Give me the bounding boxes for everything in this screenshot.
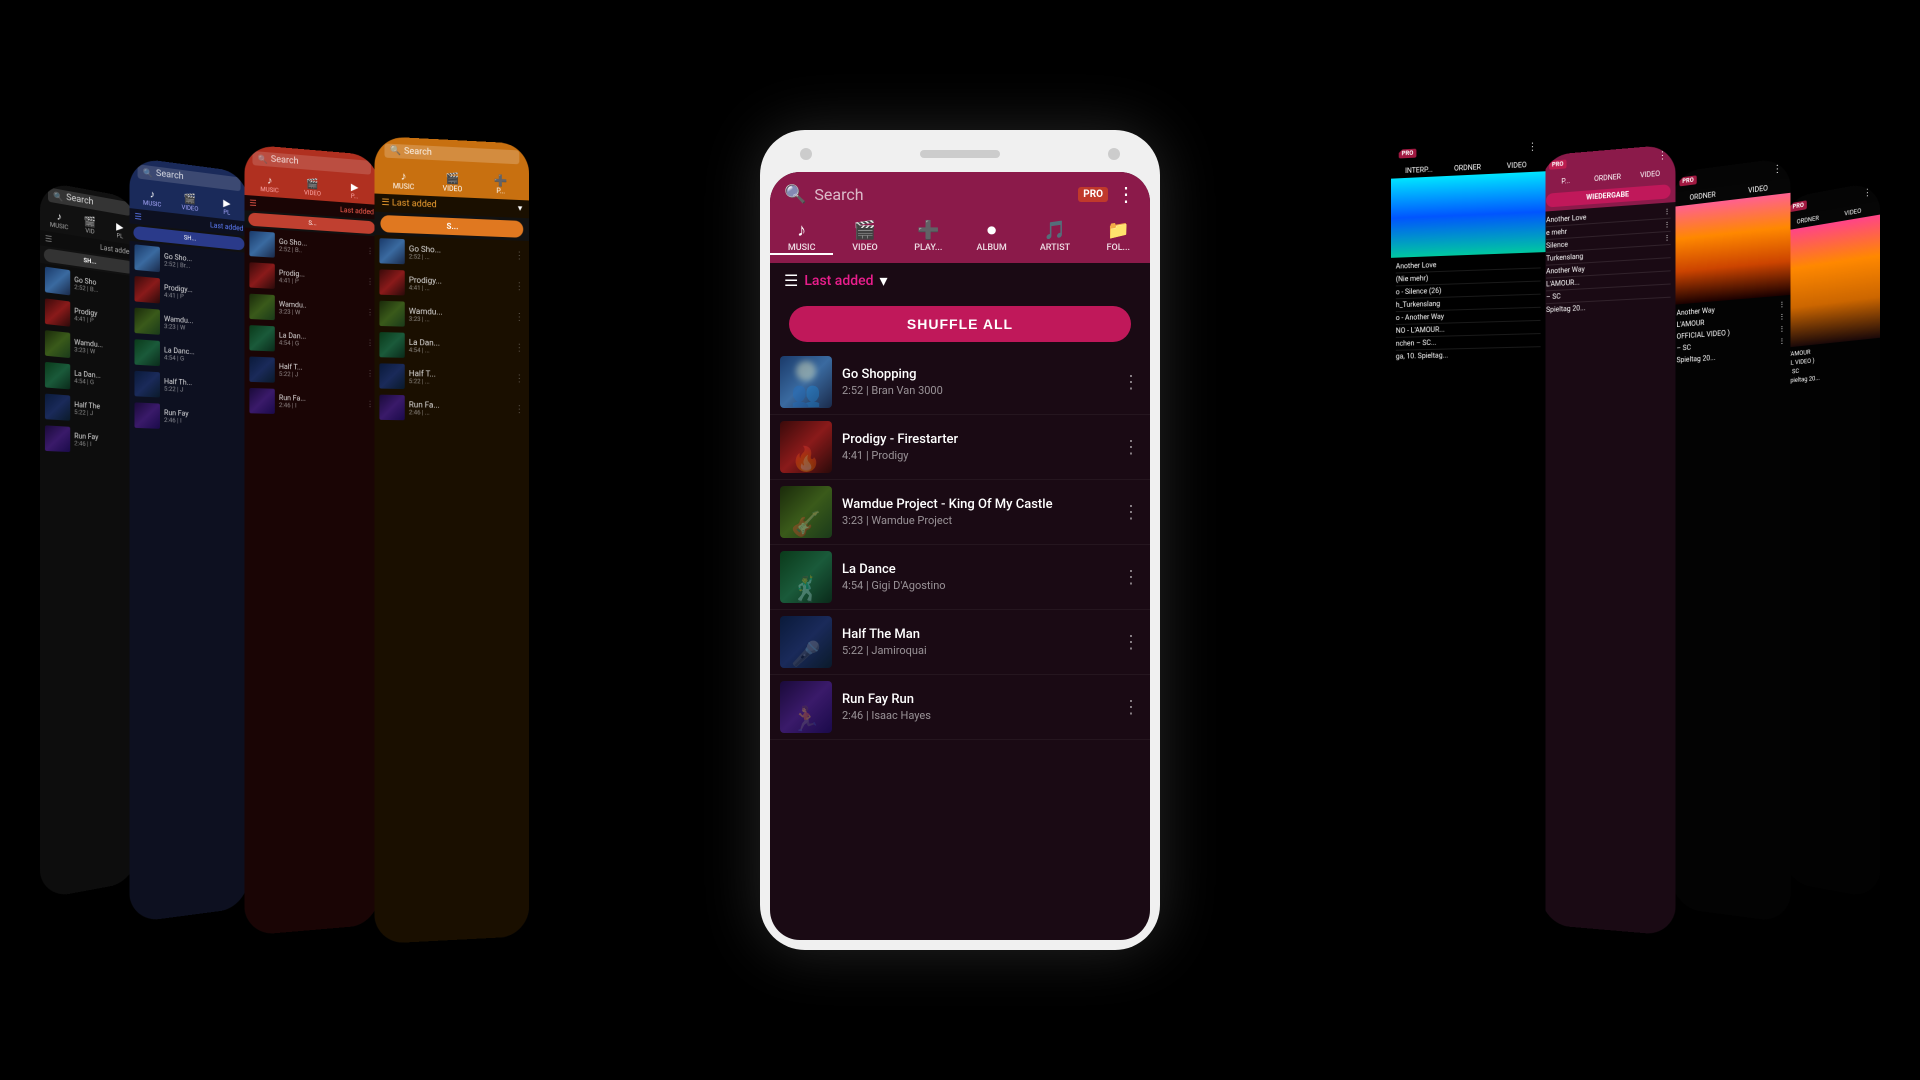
track-thumbnail: 🕺 (780, 551, 832, 603)
thumb-light (796, 361, 816, 381)
sort-label: Last added (804, 273, 873, 289)
track-title: Wamdue Project - King Of My Castle (842, 497, 1112, 512)
thumb-silhouette: 👥 (791, 380, 821, 408)
track-info: Run Fay Run 2:46 | Isaac Hayes (842, 692, 1112, 722)
track-thumbnail: 🎸 (780, 486, 832, 538)
sort-bar: ☰ Last added ▾ (770, 263, 1150, 298)
bg-phone-right-1: PRO ⋮ ORDNER VIDEO L'AMOUR AL VIDEO ) – … (1782, 181, 1880, 900)
bg-pro-r1: PRO (1790, 200, 1807, 212)
folder-tab-icon: 📁 (1107, 220, 1129, 241)
track-item: 🎤 Half The Man 5:22 | Jamiroquai ⋮ (770, 610, 1150, 675)
track-more-icon[interactable]: ⋮ (1122, 502, 1140, 523)
track-more-icon[interactable]: ⋮ (1122, 567, 1140, 588)
bg-search-text-l4: Search (404, 147, 432, 158)
thumb-silhouette: 🎸 (791, 510, 821, 538)
track-more-icon[interactable]: ⋮ (1122, 437, 1140, 458)
thumb-silhouette: 🎤 (791, 640, 821, 668)
thumb-silhouette: 🕺 (791, 575, 821, 603)
track-meta: 4:41 | Prodigy (842, 449, 1112, 462)
thumb-silhouette: 🏃 (791, 705, 821, 733)
track-thumbnail: 🏃 (780, 681, 832, 733)
tab-album[interactable]: ⏺ ALBUM (960, 220, 1023, 255)
more-options-icon[interactable]: ⋮ (1116, 182, 1136, 206)
bg-search-text-l3: Search (271, 155, 299, 167)
track-more-icon[interactable]: ⋮ (1122, 372, 1140, 393)
bg-pro-r4: PRO (1399, 149, 1417, 159)
folder-tab-label: FOL... (1107, 243, 1131, 253)
track-thumbnail: 🎤 (780, 616, 832, 668)
tab-playlist[interactable]: ➕ PLAY... (897, 220, 960, 255)
track-thumbnail: 👥 (780, 356, 832, 408)
track-thumbnail: 🔥 (780, 421, 832, 473)
track-info: Wamdue Project - King Of My Castle 3:23 … (842, 497, 1112, 527)
bg-pro-r2: PRO (1679, 175, 1696, 186)
phone-speaker (920, 150, 1000, 158)
phone-screen: 🔍 Search PRO ⋮ ♪ MUSIC 🎬 VIDEO ➕ PLAY...… (770, 172, 1150, 940)
bg-shuffle-l4: S... (380, 215, 523, 238)
album-tab-label: ALBUM (977, 243, 1007, 253)
playlist-tab-icon: ➕ (917, 220, 939, 241)
search-icon: 🔍 (784, 184, 806, 205)
artist-tab-label: ARTIST (1040, 243, 1070, 253)
track-title: Go Shopping (842, 367, 1112, 382)
bg-phone-left-4: 🔍 Search ♪MUSIC 🎬VIDEO ➕P... ☰ Last adde… (374, 136, 529, 944)
thumb-silhouette: 🔥 (791, 445, 821, 473)
album-tab-icon: ⏺ (987, 220, 996, 241)
artist-tab-icon: 🎵 (1044, 220, 1066, 241)
track-item: 🎸 Wamdue Project - King Of My Castle 3:2… (770, 480, 1150, 545)
track-title: Run Fay Run (842, 692, 1112, 707)
tab-music[interactable]: ♪ MUSIC (770, 220, 833, 255)
track-meta: 2:46 | Isaac Hayes (842, 709, 1112, 722)
track-item: 🕺 La Dance 4:54 | Gigi D'Agostino ⋮ (770, 545, 1150, 610)
video-tab-label: VIDEO (852, 243, 878, 253)
track-title: La Dance (842, 562, 1112, 577)
shuffle-all-button[interactable]: SHUFFLE ALL (789, 306, 1131, 342)
bg-search-text-l2: Search (156, 169, 184, 183)
bg-phone-left-3: 🔍 Search ♪MUSIC 🎬VIDEO ▶P... ☰ Last adde… (244, 144, 379, 936)
bg-search-text-l1: Search (66, 193, 93, 208)
search-input[interactable]: Search (814, 185, 1070, 204)
track-more-icon[interactable]: ⋮ (1122, 697, 1140, 718)
track-item: 🔥 Prodigy - Firestarter 4:41 | Prodigy ⋮ (770, 415, 1150, 480)
track-item: 👥 Go Shopping 2:52 | Bran Van 3000 ⋮ (770, 350, 1150, 415)
track-info: Go Shopping 2:52 | Bran Van 3000 (842, 367, 1112, 397)
front-sensor (1108, 148, 1120, 160)
pro-badge[interactable]: PRO (1078, 187, 1108, 202)
tab-folder[interactable]: 📁 FOL... (1087, 220, 1150, 255)
bg-phone-left-2: 🔍 Search ♪MUSIC 🎬VIDEO ▶PL ☰ Last added … (129, 157, 248, 923)
bg-pro-r3: PRO (1549, 159, 1566, 169)
track-title: Half The Man (842, 627, 1112, 642)
track-info: Half The Man 5:22 | Jamiroquai (842, 627, 1112, 657)
bg-phone-right-3: PRO ⋮ P... ORDNER VIDEO WIEDERGABE Anoth… (1541, 144, 1676, 936)
playlist-tab-label: PLAY... (914, 243, 942, 253)
phone-notch (770, 140, 1150, 168)
app-header: 🔍 Search PRO ⋮ (770, 172, 1150, 216)
video-tab-icon: 🎬 (854, 220, 876, 241)
bg-phone-right-2: PRO ⋮ ORDNER VIDEO Another Way⋮ L'AMOUR⋮… (1672, 157, 1791, 923)
chevron-down-icon: ▾ (880, 271, 888, 290)
track-title: Prodigy - Firestarter (842, 432, 1112, 447)
track-item: 🏃 Run Fay Run 2:46 | Isaac Hayes ⋮ (770, 675, 1150, 740)
track-meta: 4:54 | Gigi D'Agostino (842, 579, 1112, 592)
tab-bar: ♪ MUSIC 🎬 VIDEO ➕ PLAY... ⏺ ALBUM 🎵 ARTI… (770, 216, 1150, 263)
track-info: La Dance 4:54 | Gigi D'Agostino (842, 562, 1112, 592)
music-tab-icon: ♪ (797, 220, 806, 241)
track-list: 👥 Go Shopping 2:52 | Bran Van 3000 ⋮ 🔥 P… (770, 350, 1150, 940)
track-info: Prodigy - Firestarter 4:41 | Prodigy (842, 432, 1112, 462)
track-meta: 5:22 | Jamiroquai (842, 644, 1112, 657)
tab-video[interactable]: 🎬 VIDEO (833, 220, 896, 255)
track-meta: 3:23 | Wamdue Project (842, 514, 1112, 527)
bg-phone-left-1: 🔍 Search ♪MUSIC 🎬VID ▶PL ☰ Last added SH… (40, 181, 138, 900)
sort-icon: ☰ (784, 271, 798, 290)
sort-selector[interactable]: ☰ Last added ▾ (784, 271, 888, 290)
bg-phone-right-4: PRO ⋮ INTERP... ORDNER VIDEO Another Lov… (1391, 136, 1546, 944)
front-camera (800, 148, 812, 160)
tab-artist[interactable]: 🎵 ARTIST (1023, 220, 1086, 255)
main-phone: 🔍 Search PRO ⋮ ♪ MUSIC 🎬 VIDEO ➕ PLAY...… (760, 130, 1160, 950)
track-more-icon[interactable]: ⋮ (1122, 632, 1140, 653)
track-meta: 2:52 | Bran Van 3000 (842, 384, 1112, 397)
music-tab-label: MUSIC (788, 243, 816, 253)
